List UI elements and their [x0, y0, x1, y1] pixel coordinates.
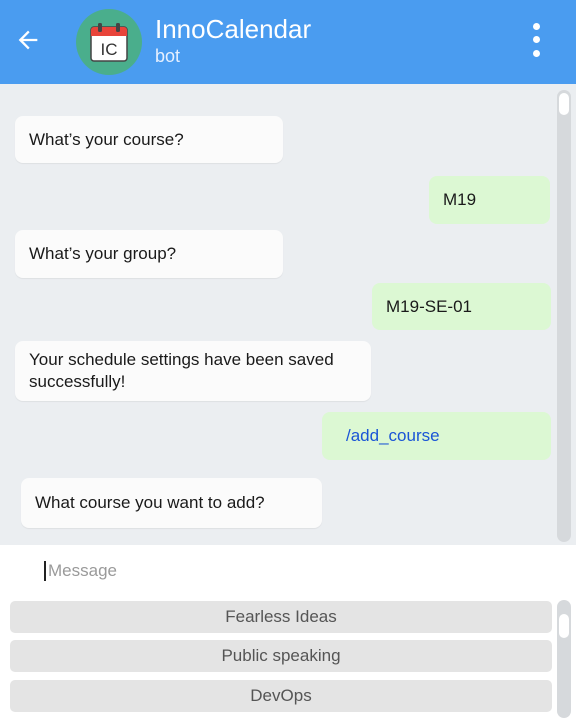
more-vertical-icon — [532, 23, 540, 31]
message-input[interactable] — [48, 557, 528, 585]
back-button[interactable] — [12, 24, 44, 56]
chat-title: InnoCalendar — [155, 14, 312, 44]
message-bubble-outgoing: M19 — [429, 176, 550, 224]
message-composer — [0, 545, 576, 597]
command-link[interactable]: /add_course — [322, 412, 551, 460]
keyboard-scrollbar-thumb[interactable] — [559, 614, 569, 638]
chat-scrollbar-thumb[interactable] — [559, 93, 569, 115]
bot-reply-keyboard: Fearless Ideas Public speaking DevOps — [0, 597, 576, 721]
avatar-initials: IC — [101, 40, 118, 59]
message-bubble-outgoing: M19-SE-01 — [372, 283, 551, 330]
chat-header: IC InnoCalendar bot — [0, 0, 576, 84]
arrow-left-icon — [18, 30, 38, 50]
message-bubble-incoming: What’s your course? — [15, 116, 283, 163]
keyboard-button-fearless-ideas[interactable]: Fearless Ideas — [10, 601, 552, 633]
message-bubble-incoming: Your schedule settings have been saved s… — [15, 341, 371, 401]
keyboard-button-public-speaking[interactable]: Public speaking — [10, 640, 552, 672]
avatar[interactable]: IC — [76, 9, 142, 75]
message-bubble-incoming: What’s your group? — [15, 230, 283, 278]
message-list[interactable]: What’s your course? M19 What’s your grou… — [0, 84, 576, 545]
more-menu-button[interactable] — [522, 20, 550, 60]
keyboard-button-devops[interactable]: DevOps — [10, 680, 552, 712]
chat-subtitle: bot — [155, 46, 181, 66]
calendar-icon: IC — [90, 23, 128, 62]
message-bubble-incoming: What course you want to add? — [21, 478, 322, 528]
chat-scrollbar[interactable] — [557, 90, 571, 542]
text-cursor — [44, 561, 46, 581]
keyboard-scrollbar[interactable] — [557, 600, 571, 718]
